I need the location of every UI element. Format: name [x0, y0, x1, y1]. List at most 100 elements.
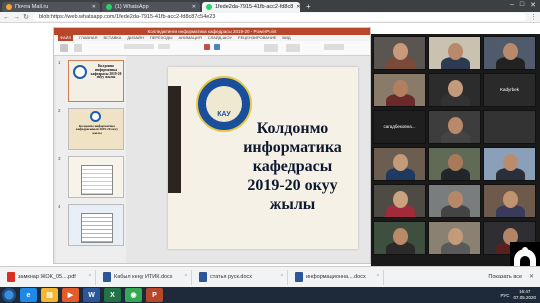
slide-title-line: Колдонмо: [256, 120, 329, 137]
browser-tab[interactable]: (1) WhatsApp ✕: [102, 2, 200, 12]
slide-thumbnail-4[interactable]: [68, 204, 124, 246]
participant-video-tile[interactable]: [483, 147, 536, 181]
close-download-bar-icon[interactable]: ✕: [529, 273, 534, 280]
download-filename: замкнар ЖОК_05....pdf: [18, 274, 76, 280]
explorer-icon[interactable]: ▤: [41, 288, 58, 302]
slide-thumbnail-3[interactable]: [68, 156, 124, 198]
close-tab-icon[interactable]: ✕: [293, 4, 300, 10]
participant-face: [448, 154, 463, 171]
font-selector[interactable]: [124, 44, 154, 49]
thumbnail-number: 1: [58, 60, 61, 65]
start-button-icon[interactable]: [2, 288, 16, 302]
download-item[interactable]: Кабыл кеңү ИТИК.docx ⌃: [100, 269, 192, 285]
maximize-button[interactable]: □: [520, 1, 524, 9]
slide-title-line: кафедрасы: [252, 158, 333, 175]
participant-video-tile[interactable]: [428, 73, 481, 107]
slide-title-line: информатика: [243, 139, 342, 156]
browser-tab[interactable]: Почта Mail.ru ✕: [2, 2, 100, 12]
reload-button[interactable]: ↻: [23, 13, 29, 21]
participant-video-tile[interactable]: Kadyrbek: [483, 73, 536, 107]
participant-video-tile[interactable]: [373, 147, 426, 181]
participant-video-tile[interactable]: [428, 36, 481, 70]
close-tab-icon[interactable]: ✕: [189, 4, 196, 10]
excel-icon[interactable]: X: [104, 288, 121, 302]
slide-thumbnail-1[interactable]: Колдонмо информатика кафедрасы 2019-20 о…: [68, 60, 124, 102]
chevron-up-icon[interactable]: ⌃: [376, 274, 380, 280]
participant-face: [448, 228, 463, 245]
file-icon: [103, 272, 111, 282]
tab-favicon-icon: [106, 4, 112, 10]
clock[interactable]: 16:47 07.05.2020: [513, 289, 536, 301]
participant-video-tile[interactable]: [428, 147, 481, 181]
back-button[interactable]: ←: [3, 14, 10, 21]
participant-video-tile[interactable]: [428, 184, 481, 218]
clock-date: 07.05.2020: [513, 295, 536, 300]
download-item[interactable]: замкнар ЖОК_05....pdf ⌃: [4, 269, 96, 285]
paste-icon[interactable]: [60, 44, 68, 52]
participant-face: [448, 80, 463, 97]
ie-icon[interactable]: e: [20, 288, 37, 302]
participant-video-tile[interactable]: [483, 36, 536, 70]
language-indicator[interactable]: РУС: [500, 293, 509, 298]
download-filename: Кабыл кеңү ИТИК.docx: [114, 274, 173, 280]
browser-tab[interactable]: 1fede2da-7915-41fb-acc2-fd8c8 ✕: [202, 2, 300, 12]
tab-label: Почта Mail.ru: [15, 4, 49, 10]
shape-icon[interactable]: [204, 44, 210, 50]
tab-label: (1) WhatsApp: [115, 4, 149, 10]
participant-video-tile[interactable]: [373, 221, 426, 255]
close-window-button[interactable]: ✕: [530, 1, 536, 9]
browser-menu-icon[interactable]: ⋮: [530, 13, 537, 21]
chevron-up-icon[interactable]: ⌃: [280, 274, 284, 280]
shape-icon[interactable]: [214, 44, 220, 50]
participant-name: сагадбековна...: [383, 124, 416, 129]
participant-face: [448, 43, 463, 60]
quick-styles-icon[interactable]: [286, 44, 300, 52]
download-filename: информационна....docx: [306, 274, 366, 280]
thumbnail-table: [81, 213, 113, 243]
new-tab-button[interactable]: +: [302, 2, 315, 12]
thumbnail-logo-icon: [73, 65, 87, 79]
participant-video-tile[interactable]: [373, 184, 426, 218]
participant-video-tile[interactable]: [373, 73, 426, 107]
participant-face: [503, 43, 518, 60]
browser-tab-strip: Почта Mail.ru ✕ (1) WhatsApp ✕ 1fede2da-7915…: [0, 0, 540, 12]
participant-video-tile[interactable]: [483, 184, 536, 218]
participant-face: [393, 191, 408, 208]
chevron-up-icon[interactable]: ⌃: [88, 274, 92, 280]
participant-face: [448, 191, 463, 208]
file-icon: [295, 272, 303, 282]
chevron-up-icon[interactable]: ⌃: [184, 274, 188, 280]
participant-face: [393, 228, 408, 245]
slide-title-line: 2019-20 окуу: [247, 177, 338, 194]
thumbnail-number: 3: [58, 156, 61, 161]
close-tab-icon[interactable]: ✕: [89, 4, 96, 10]
thumbnail-table: [81, 165, 113, 195]
new-slide-icon[interactable]: [74, 44, 82, 52]
forward-button[interactable]: →: [13, 14, 20, 21]
arrange-icon[interactable]: [264, 44, 278, 52]
chrome-icon[interactable]: ◉: [125, 288, 142, 302]
file-icon: [199, 272, 207, 282]
font-size-selector[interactable]: [158, 44, 170, 49]
thumbnail-logo-icon: [90, 111, 101, 122]
participant-face: [448, 117, 463, 134]
url-field[interactable]: blob:https://web.whatsapp.com/1fede2da-7…: [33, 13, 526, 21]
media-icon[interactable]: ▶: [62, 288, 79, 302]
tab-label: 1fede2da-7915-41fb-acc2-fd8c8: [215, 4, 294, 10]
slide-thumbnails: 1 Колдонмо информатика кафедрасы 2019-20…: [56, 56, 126, 263]
minimize-button[interactable]: –: [510, 1, 514, 9]
participant-face: [503, 191, 518, 208]
participant-video-tile[interactable]: [373, 36, 426, 70]
find-icon[interactable]: [324, 44, 344, 50]
participant-video-tile[interactable]: [483, 110, 536, 144]
participant-video-tile[interactable]: [428, 110, 481, 144]
powerpoint-icon[interactable]: P: [146, 288, 163, 302]
logo-lettering: КАУ: [217, 111, 231, 118]
participant-video-tile[interactable]: сагадбековна...: [373, 110, 426, 144]
download-item[interactable]: статья руск.docx ⌃: [196, 269, 288, 285]
slide-thumbnail-2[interactable]: Колдонмо информатика кафедрасынын 2019-2…: [68, 108, 124, 150]
thumbnail-number: 4: [58, 204, 61, 209]
word-icon[interactable]: W: [83, 288, 100, 302]
download-item[interactable]: информационна....docx ⌃: [292, 269, 384, 285]
participant-video-tile[interactable]: [428, 221, 481, 255]
